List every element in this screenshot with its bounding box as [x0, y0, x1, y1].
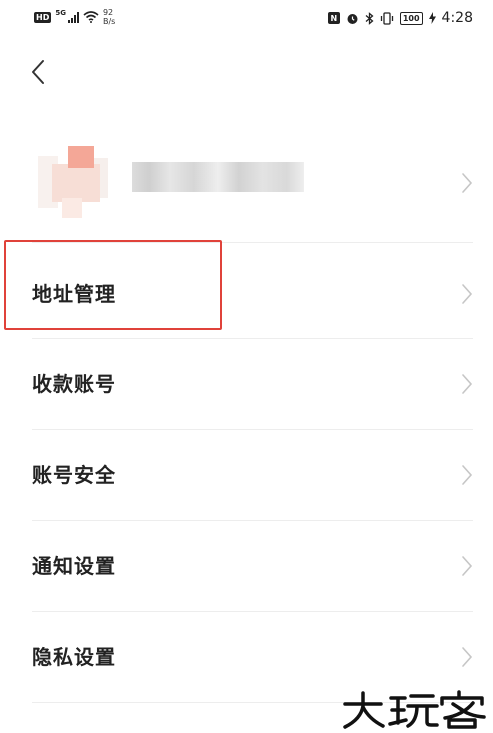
menu-item-label: 隐私设置: [32, 645, 116, 669]
menu-item-label: 收款账号: [32, 372, 116, 396]
chevron-right-icon: [462, 556, 473, 576]
menu-item-payout-account[interactable]: 收款账号: [0, 339, 493, 430]
menu-item-account-security[interactable]: 账号安全: [0, 430, 493, 521]
chevron-right-icon: [462, 465, 473, 485]
back-icon[interactable]: [28, 56, 52, 88]
network-type: 5G: [55, 9, 66, 17]
highlight-box: [4, 240, 222, 330]
chevron-right-icon: [462, 173, 473, 193]
chevron-right-icon: [462, 374, 473, 394]
clock: 4:28: [441, 10, 473, 26]
status-left: HD 5G 92 B/s: [34, 8, 115, 26]
battery-icon: 100: [399, 11, 423, 25]
chevron-right-icon: [462, 284, 473, 304]
status-right: N 100 4:28: [327, 10, 473, 26]
status-bar: HD 5G 92 B/s N 100 4:28: [0, 0, 493, 40]
menu-item-notifications[interactable]: 通知设置: [0, 521, 493, 612]
bluetooth-icon: [365, 11, 374, 25]
blurred-username: [132, 162, 304, 192]
avatar: [38, 146, 126, 222]
menu-item-label: 账号安全: [32, 463, 116, 487]
watermark-logo: [343, 690, 486, 729]
wifi-icon: [83, 11, 99, 23]
chevron-right-icon: [462, 647, 473, 667]
alarm-icon: [347, 13, 358, 24]
menu-item-label: 通知设置: [32, 554, 116, 578]
charging-icon: [428, 12, 436, 24]
signal-icon: [67, 11, 79, 23]
network-speed: 92 B/s: [103, 8, 115, 26]
speed-unit: B/s: [102, 17, 116, 26]
hd-badge: HD: [34, 11, 52, 23]
vibrate-icon: [380, 11, 393, 25]
speed-value: 92: [102, 8, 114, 17]
profile-row[interactable]: [0, 128, 493, 238]
nfc-icon: N: [327, 12, 340, 24]
